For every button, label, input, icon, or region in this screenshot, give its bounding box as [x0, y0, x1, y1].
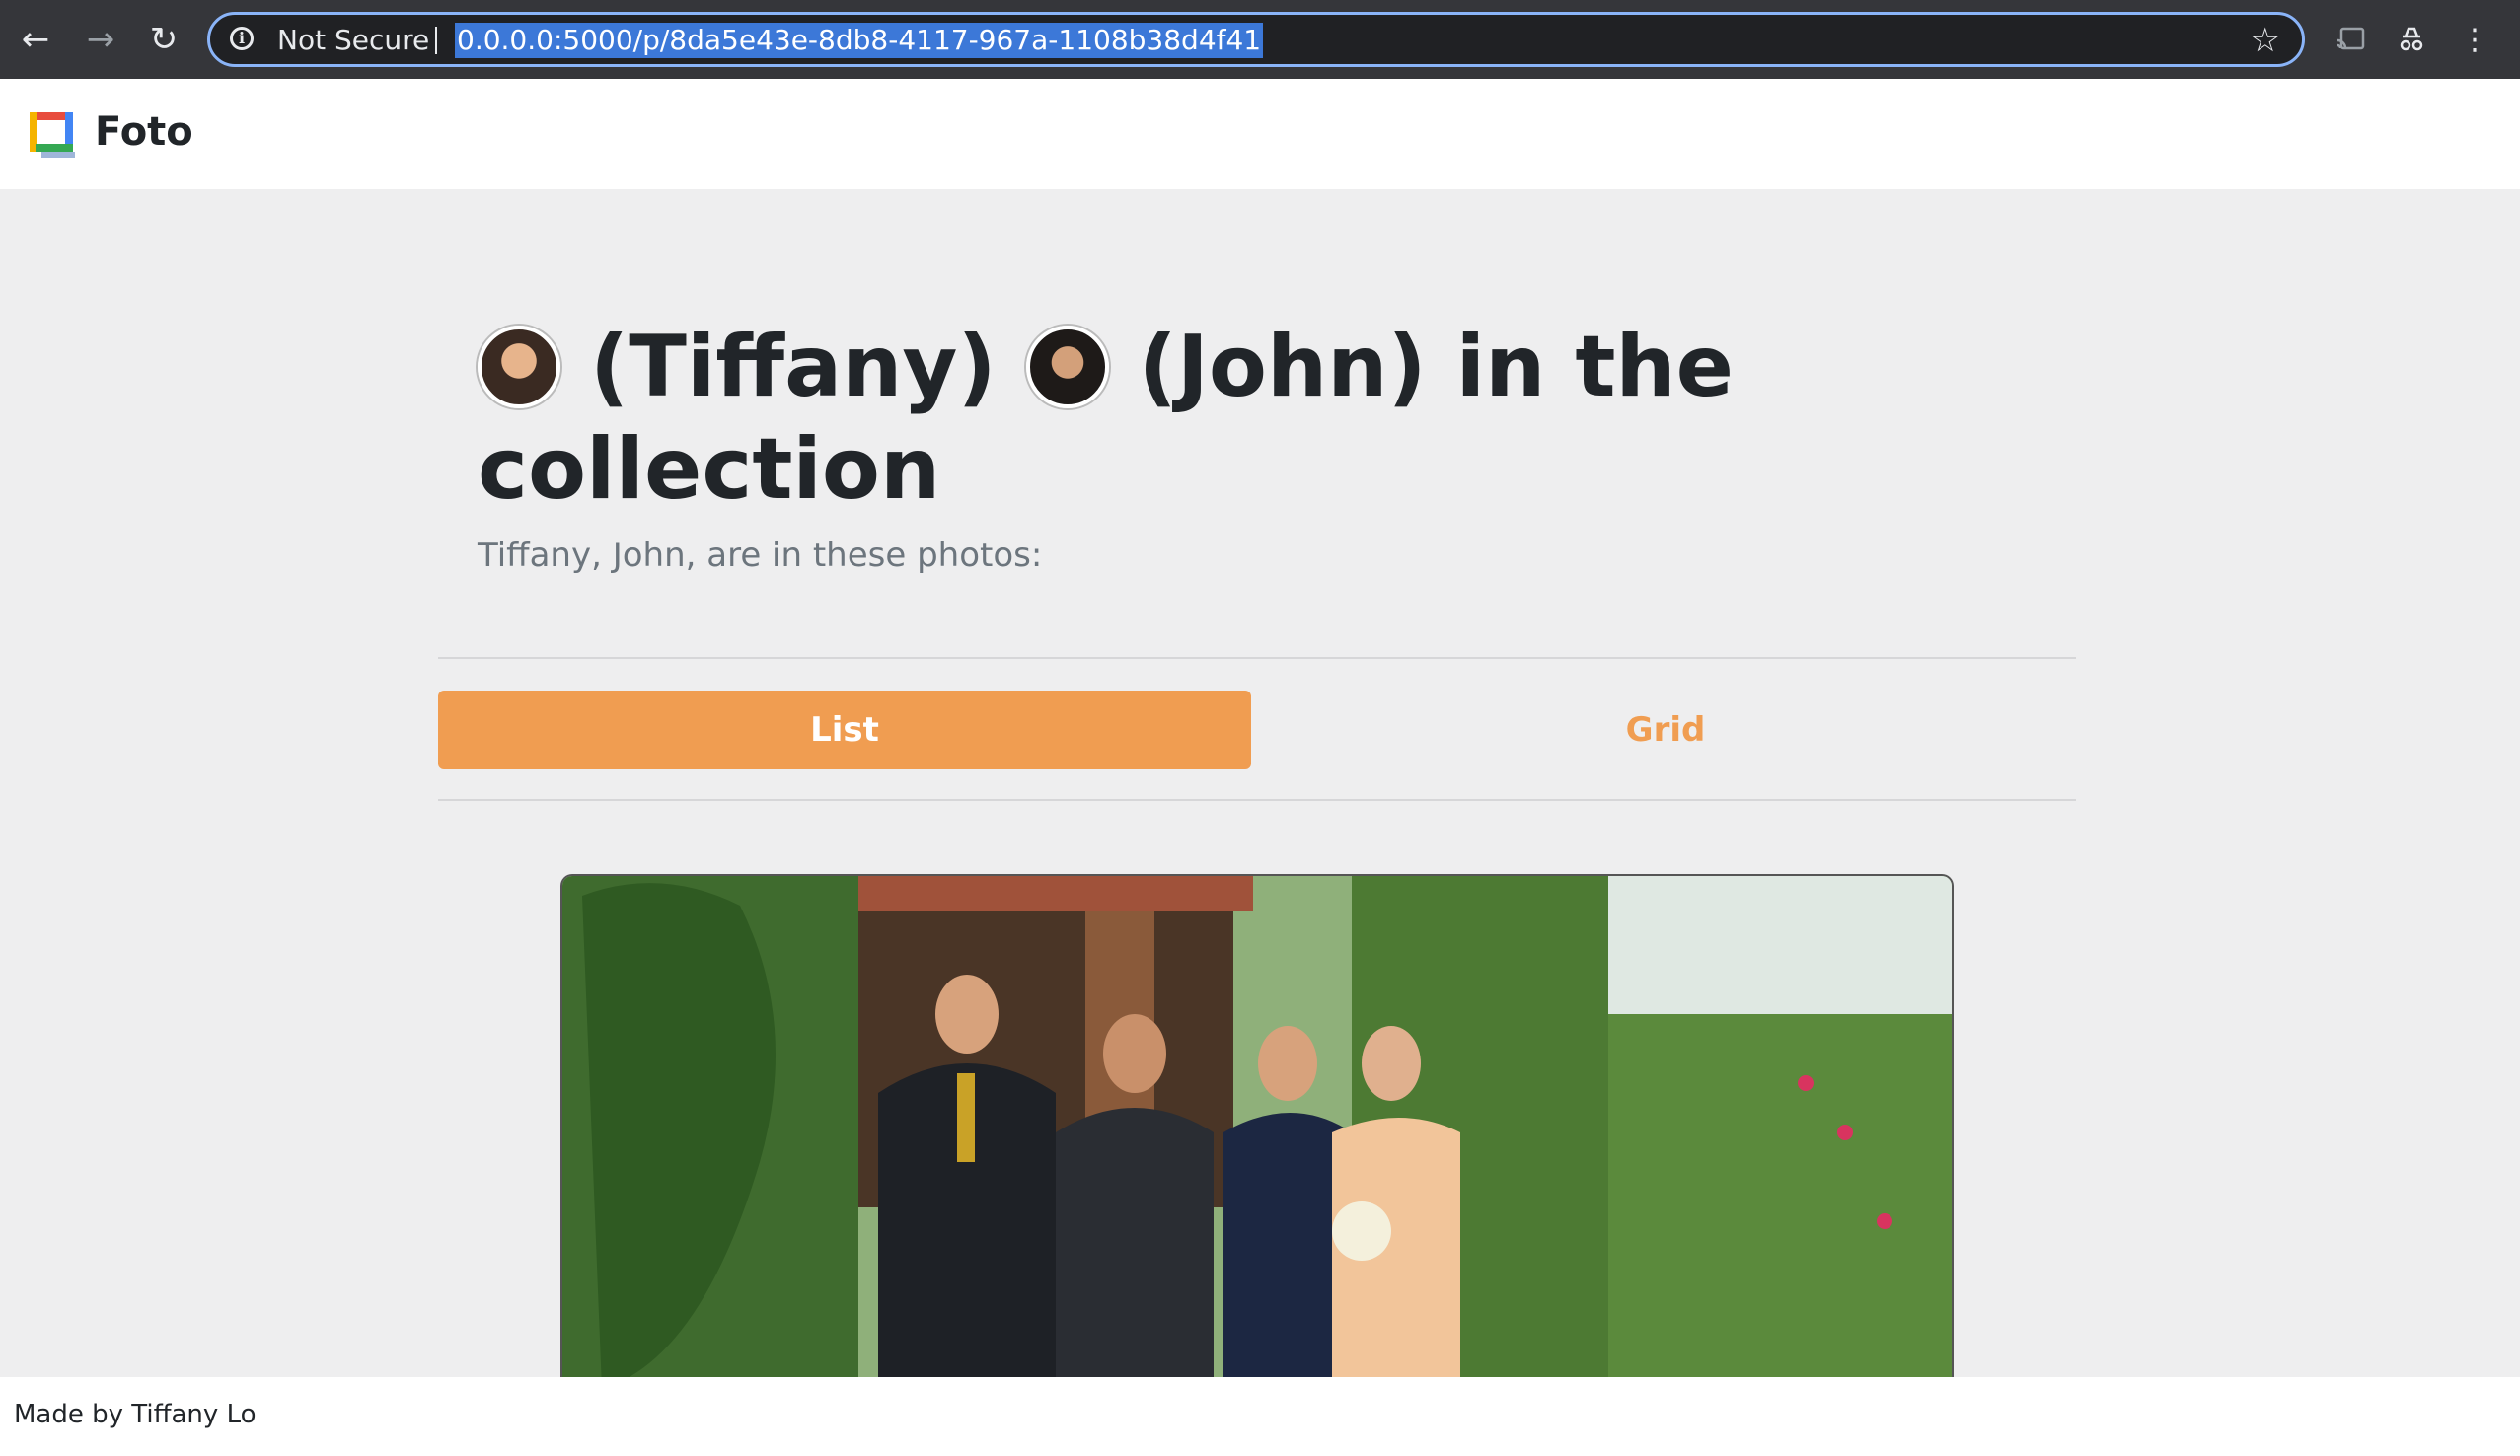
avatar-john[interactable] — [1025, 325, 1109, 408]
divider — [438, 799, 2076, 801]
security-label[interactable]: Not Secure — [277, 25, 429, 56]
url-text[interactable]: 0.0.0.0:5000/p/8da5e43e-8db8-4117-967a-1… — [455, 23, 1264, 58]
brand-name[interactable]: Foto — [95, 105, 193, 160]
divider — [435, 27, 437, 54]
group-photo-image — [562, 876, 1952, 1377]
star-icon[interactable]: ☆ — [2251, 21, 2280, 60]
app-header: Foto — [0, 79, 2520, 189]
foto-logo-icon[interactable] — [28, 109, 81, 162]
title-tiffany: (Tiffany) — [589, 318, 997, 416]
back-arrow-icon[interactable]: ← — [10, 14, 61, 65]
info-icon[interactable]: i — [230, 27, 254, 50]
list-view-button[interactable]: List — [438, 691, 1251, 769]
footer: Made by Tiffany Lo — [0, 1377, 2520, 1456]
forward-arrow-icon[interactable]: → — [75, 14, 126, 65]
page-subtitle: Tiffany, John, are in these photos: — [478, 536, 1043, 575]
browser-toolbar: ← → ↻ i Not Secure 0.0.0.0:5000/p/8da5e4… — [0, 0, 2520, 79]
grid-view-button[interactable]: Grid — [1255, 691, 2076, 769]
footer-credit: Made by Tiffany Lo — [14, 1400, 257, 1429]
incognito-icon[interactable] — [2388, 16, 2435, 63]
photo-card[interactable] — [560, 874, 1954, 1377]
divider — [438, 657, 2076, 659]
page-title: (Tiffany) (John) in the collection — [478, 316, 2056, 521]
cast-icon[interactable] — [2327, 16, 2374, 63]
avatar-tiffany[interactable] — [478, 325, 560, 408]
menu-dots-icon[interactable]: ⋮ — [2451, 16, 2498, 63]
address-bar[interactable]: i Not Secure 0.0.0.0:5000/p/8da5e43e-8db… — [207, 12, 2305, 67]
reload-icon[interactable]: ↻ — [138, 14, 189, 65]
